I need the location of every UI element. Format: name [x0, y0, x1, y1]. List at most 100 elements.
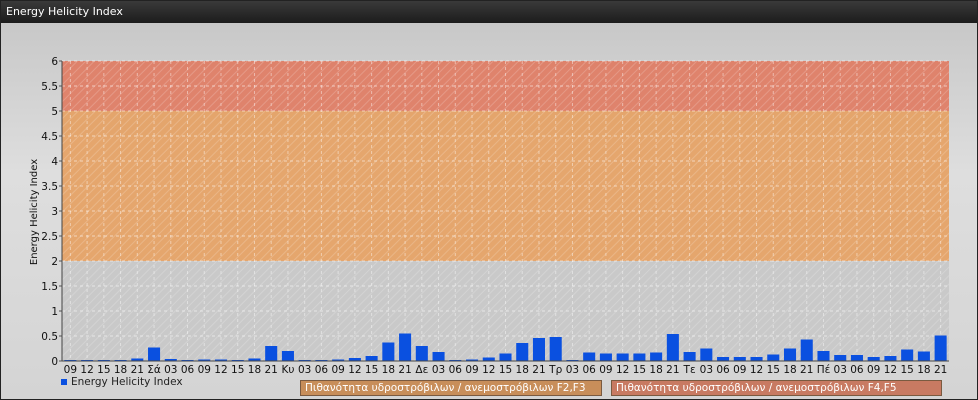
bar[interactable] [917, 351, 930, 362]
x-tick-label: 03 [700, 364, 713, 376]
chart-window: Energy Helicity Index 0 0.5 1 1.5 2 2.5 3 3.5 4 4… [0, 0, 978, 400]
y-tick-label: 0 [51, 356, 58, 368]
band-legend-f4-f5[interactable]: Πιθανότητα υδροστρόβιλων / ανεμοστρόβιλω… [611, 380, 942, 396]
y-tick-label: 2 [51, 256, 58, 268]
x-tick-label: 21 [934, 364, 947, 376]
bar[interactable] [399, 333, 412, 362]
x-tick-label: 06 [582, 364, 596, 376]
y-axis-label: Energy Helicity Index [29, 159, 40, 265]
x-tick-label: 09 [64, 364, 77, 376]
bar[interactable] [532, 338, 545, 361]
x-tick-label: 21 [398, 364, 411, 376]
x-tick-label: 12 [616, 364, 629, 376]
x-tick-label: 15 [97, 364, 110, 376]
bar[interactable] [599, 353, 612, 362]
bar[interactable] [834, 355, 847, 361]
bar[interactable] [750, 357, 763, 361]
y-tick-label: 6 [51, 56, 58, 68]
x-tick-label: 09 [733, 364, 746, 376]
bar[interactable] [817, 351, 830, 361]
x-tick-label: 03 [432, 364, 445, 376]
bar[interactable] [934, 335, 947, 362]
bar[interactable] [666, 334, 679, 361]
x-tick-label: 12 [80, 364, 93, 376]
y-tick-label: 5 [51, 106, 58, 118]
x-tick-label: 09 [867, 364, 880, 376]
bar[interactable] [633, 353, 646, 362]
x-tick-label: 18 [516, 364, 529, 376]
x-tick-label: 15 [231, 364, 244, 376]
legend[interactable]: Energy Helicity Index [61, 376, 183, 388]
x-tick-label: 15 [365, 364, 378, 376]
bar[interactable] [516, 343, 529, 361]
x-tick-label: 03 [164, 364, 177, 376]
x-tick-label: 06 [315, 364, 329, 376]
bar[interactable] [549, 337, 562, 361]
bar[interactable] [482, 357, 495, 362]
y-tick-label: 3 [51, 206, 58, 218]
x-tick-label: Κυ [281, 364, 294, 376]
x-tick-label: Σά [147, 364, 161, 376]
bar[interactable] [650, 352, 663, 362]
legend-swatch-icon [61, 379, 67, 385]
x-tick-label: 09 [331, 364, 344, 376]
y-tick-label: 1 [51, 306, 58, 318]
bar[interactable] [683, 352, 696, 361]
x-tick-label: 03 [834, 364, 847, 376]
bar[interactable] [148, 347, 161, 362]
x-tick-label: 18 [783, 364, 796, 376]
bar[interactable] [850, 355, 863, 361]
x-tick-label: 06 [181, 364, 195, 376]
x-tick-label: 21 [131, 364, 144, 376]
bar[interactable] [700, 348, 713, 362]
x-tick-label: 18 [382, 364, 395, 376]
y-tick-label: 4.5 [41, 131, 58, 143]
x-tick-label: 12 [884, 364, 897, 376]
x-tick-label: 09 [599, 364, 612, 376]
x-tick-label: 12 [750, 364, 763, 376]
y-tick-label: 1.5 [41, 281, 58, 293]
x-tick-label: 15 [900, 364, 913, 376]
x-tick-label: 18 [114, 364, 127, 376]
bar[interactable] [415, 346, 428, 361]
bar[interactable] [432, 352, 445, 361]
x-tick-label: 15 [633, 364, 646, 376]
bar[interactable] [733, 357, 746, 361]
bar[interactable] [800, 339, 813, 362]
band-legend-f2-f3[interactable]: Πιθανότητα υδροστρόβιλων / ανεμοστρόβιλω… [300, 380, 602, 396]
bar[interactable] [901, 349, 914, 362]
bar[interactable] [867, 357, 880, 361]
y-tick-label: 5.5 [41, 81, 58, 93]
ehi-bar-chart: 00.511.522.533.544.555.56 09 12 15 18 21 Σά 03… [29, 56, 949, 376]
y-tick-label: 4 [51, 156, 58, 168]
x-tick-label: 18 [248, 364, 261, 376]
legend-label: Energy Helicity Index [71, 376, 183, 388]
x-tick-label: 21 [265, 364, 278, 376]
x-tick-label: 18 [649, 364, 662, 376]
y-tick-label: 2.5 [41, 231, 58, 243]
bar[interactable] [583, 352, 596, 362]
x-tick-label: Τε [683, 364, 696, 376]
bar[interactable] [767, 354, 780, 362]
x-tick-label: 06 [449, 364, 463, 376]
bar[interactable] [499, 353, 512, 362]
bar[interactable] [365, 356, 378, 361]
x-tick-label: Δε [415, 364, 428, 376]
bar[interactable] [884, 356, 897, 361]
x-tick-label: 12 [348, 364, 361, 376]
bar[interactable] [616, 353, 629, 362]
x-tick-label: 15 [499, 364, 512, 376]
y-tick-label: 0.5 [41, 331, 58, 343]
bar[interactable] [281, 351, 294, 361]
bar[interactable] [265, 346, 278, 361]
x-tick-label: 12 [214, 364, 227, 376]
bar[interactable] [717, 357, 730, 361]
x-tick-label: 21 [800, 364, 813, 376]
bar[interactable] [783, 348, 797, 362]
x-tick-label: 03 [566, 364, 579, 376]
x-tick-label: Τρ [548, 364, 562, 376]
x-tick-label: Πέ [817, 364, 831, 376]
x-tick-label: 18 [917, 364, 930, 376]
bar[interactable] [382, 342, 395, 362]
x-tick-label: 12 [482, 364, 495, 376]
